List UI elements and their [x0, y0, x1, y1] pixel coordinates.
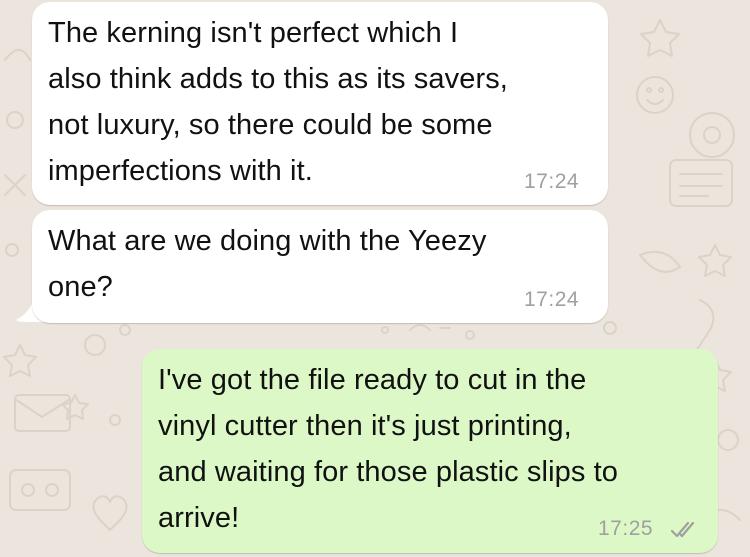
message-line: one? [48, 271, 113, 303]
message-line: I've got the file ready to cut in the [158, 364, 587, 396]
message-line: The kerning isn't perfect which I [48, 17, 459, 49]
message-timestamp: 17:25 [598, 517, 654, 540]
double-check-read-icon [670, 521, 695, 538]
message-line: arrive! [158, 502, 240, 534]
outgoing-message-bubble[interactable]: I've got the file ready to cut in the vi… [142, 349, 718, 553]
message-line: and waiting for those plastic slips to [158, 456, 618, 488]
message-line: also think adds to this as its savers, [48, 63, 508, 95]
message-line: What are we doing with the Yeezy [48, 225, 487, 257]
message-line: not luxury, so there could be some [48, 109, 493, 141]
message-text: I've got the file ready to cut in the vi… [158, 357, 618, 541]
incoming-message-bubble[interactable]: The kerning isn't perfect which I also t… [32, 2, 608, 205]
message-text: The kerning isn't perfect which I also t… [48, 10, 508, 194]
message-text: What are we doing with the Yeezy one? [48, 218, 486, 310]
message-line: imperfections with it. [48, 155, 313, 187]
message-line: vinyl cutter then it's just printing, [158, 410, 572, 442]
message-timestamp: 17:24 [524, 288, 580, 311]
message-timestamp: 17:24 [524, 170, 580, 193]
incoming-message-bubble[interactable]: What are we doing with the Yeezy one? 17… [32, 210, 608, 323]
